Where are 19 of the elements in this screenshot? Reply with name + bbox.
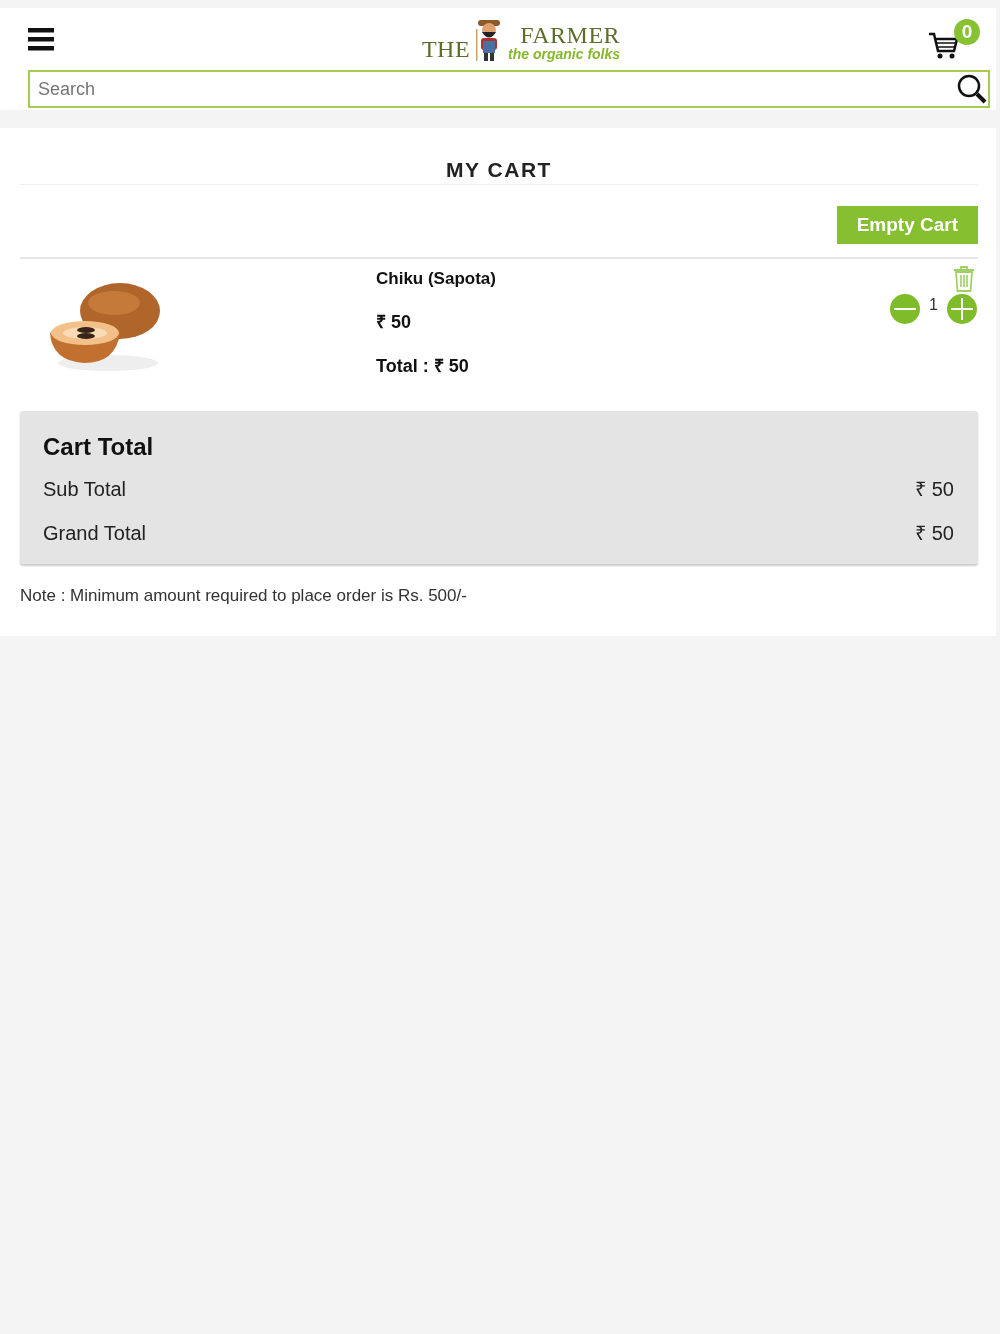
logo-tagline: the organic folks <box>508 47 621 61</box>
search-field[interactable]: Search <box>28 70 990 108</box>
total-value: ₹ 50 <box>915 477 954 502</box>
cart-count-badge: 0 <box>954 19 980 45</box>
total-value: ₹ 50 <box>915 521 954 546</box>
product-name: Chiku (Sapota) <box>376 269 496 289</box>
cart-title: MY CART <box>20 158 978 185</box>
search-icon[interactable] <box>956 73 988 105</box>
cart-total-title: Cart Total <box>43 433 155 461</box>
total-label: Grand Total <box>43 522 147 545</box>
product-total: Total : ₹ 50 <box>376 355 470 377</box>
menu-icon[interactable] <box>28 26 54 52</box>
total-label: Sub Total <box>43 478 127 501</box>
logo-text: FARMER <box>520 23 621 47</box>
product-price: ₹ 50 <box>376 311 413 333</box>
minimum-order-note: Note : Minimum amount required to place order is Rs. 500/- <box>20 586 468 606</box>
logo-text: THE <box>421 37 471 61</box>
quantity: 1 <box>928 296 939 315</box>
empty-cart-button[interactable]: Empty Cart <box>836 206 978 244</box>
